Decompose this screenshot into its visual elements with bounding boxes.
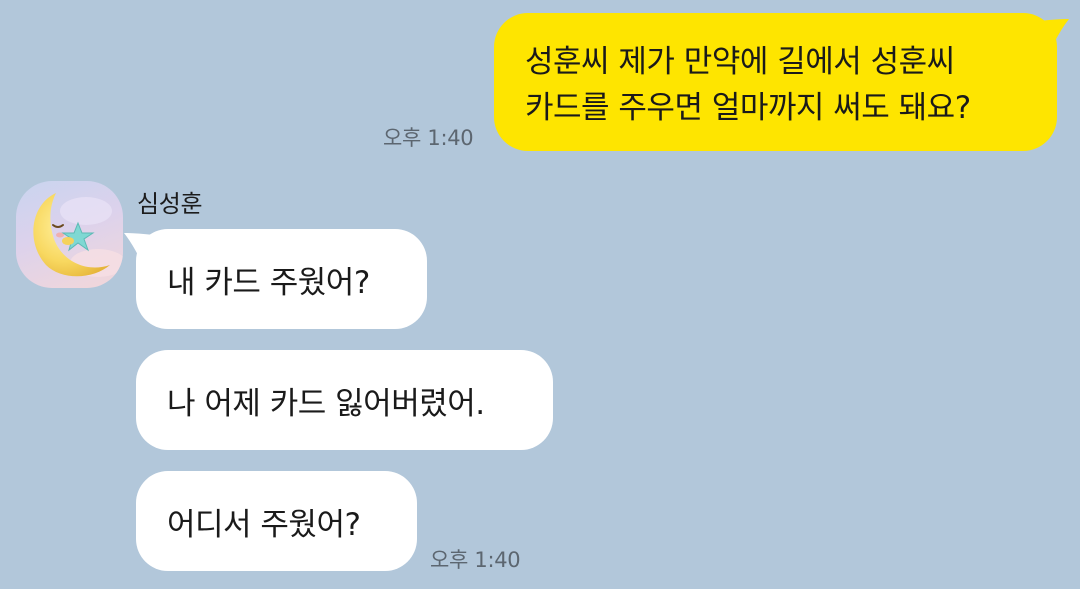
message-text: 내 카드 주웠어? [167, 264, 370, 301]
bubble-tail [124, 233, 154, 259]
incoming-message-bubble[interactable]: 어디서 주웠어? [136, 471, 417, 571]
incoming-message-bubble[interactable]: 내 카드 주웠어? [124, 229, 427, 329]
outgoing-message-bubble[interactable]: 성훈씨 제가 만약에 길에서 성훈씨 카드를 주우면 얼마까지 써도 돼요? [494, 13, 1069, 151]
outgoing-message-line: 성훈씨 제가 만약에 길에서 성훈씨 [525, 44, 955, 80]
sender-name: 심성훈 [137, 190, 203, 218]
outgoing-timestamp: 오후 1:40 [383, 126, 474, 150]
message-text: 나 어제 카드 잃어버렸어. [167, 385, 485, 422]
incoming-timestamp: 오후 1:40 [430, 548, 521, 572]
outgoing-message-line: 카드를 주우면 얼마까지 써도 돼요? [525, 90, 971, 126]
message-text: 어디서 주웠어? [167, 506, 361, 543]
moon-character-icon[interactable] [16, 181, 123, 288]
chat-area: 성훈씨 제가 만약에 길에서 성훈씨 카드를 주우면 얼마까지 써도 돼요? 오… [0, 0, 1080, 589]
bubble-tail [1039, 19, 1069, 45]
incoming-message-bubble[interactable]: 나 어제 카드 잃어버렸어. [136, 350, 553, 450]
